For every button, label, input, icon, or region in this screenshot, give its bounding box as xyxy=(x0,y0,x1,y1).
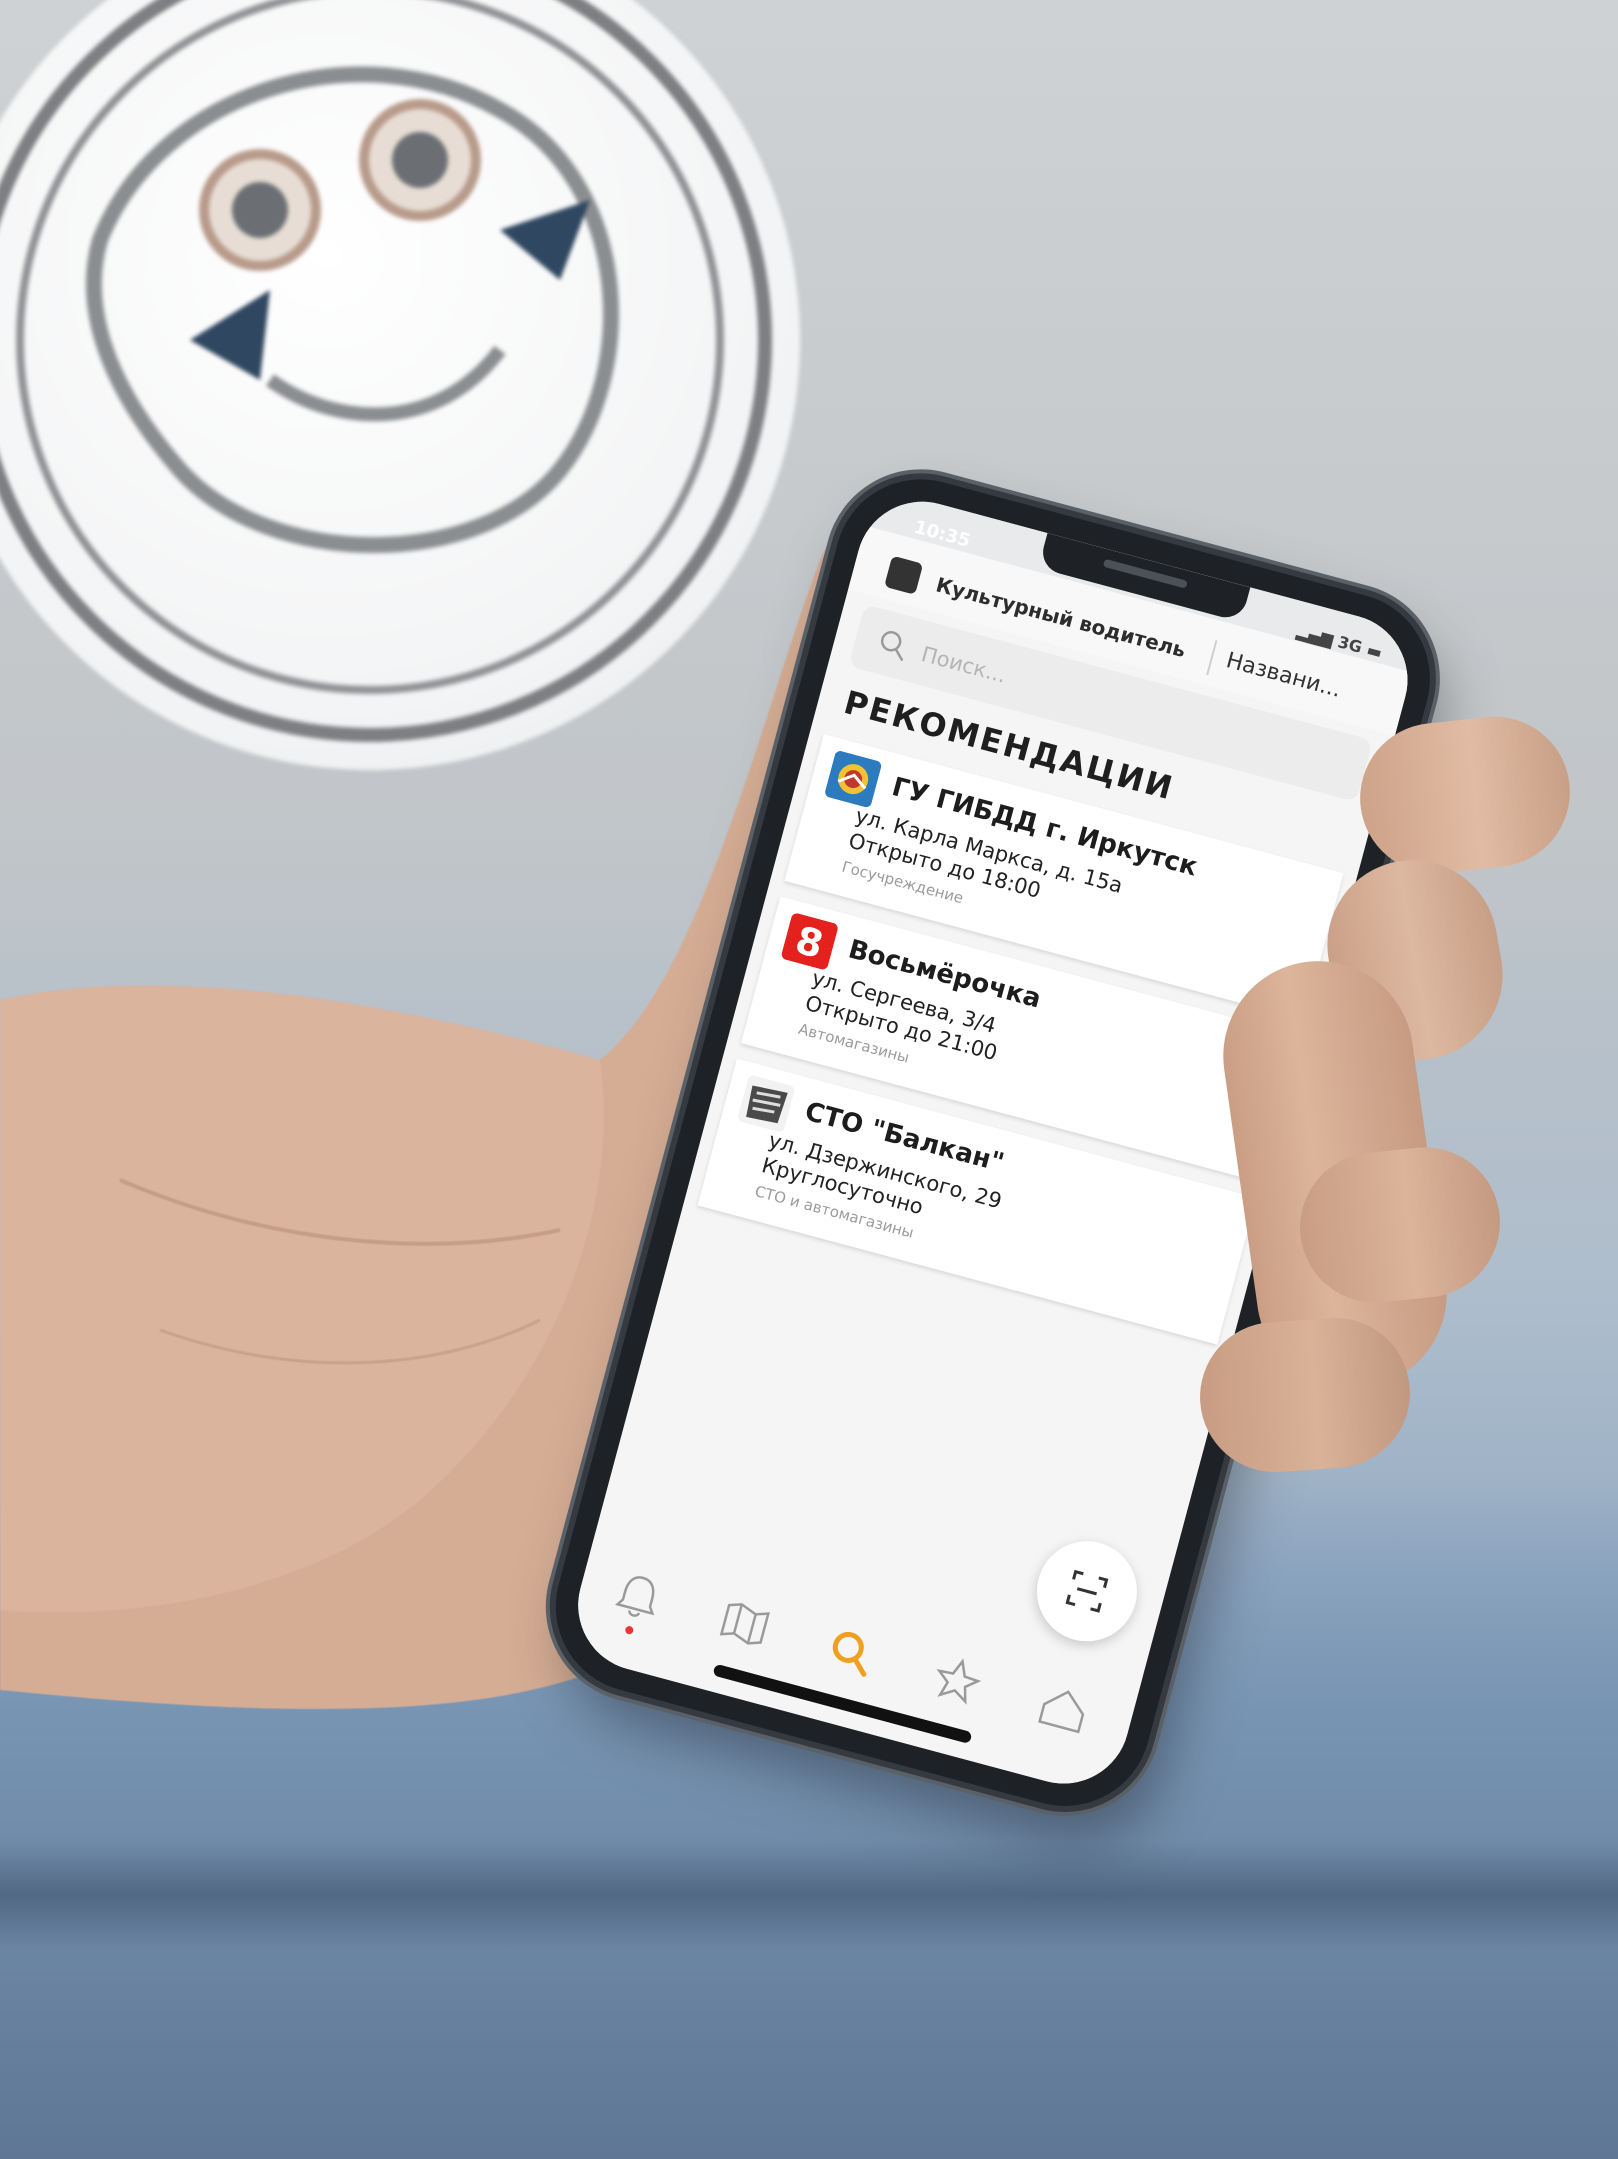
number-eight-icon: 8 xyxy=(780,912,839,971)
star-icon xyxy=(936,1658,982,1705)
header-title-button[interactable]: Названи... xyxy=(1223,648,1343,703)
map-icon xyxy=(719,1603,770,1645)
brand-logo-icon xyxy=(884,555,924,595)
scan-icon xyxy=(1065,1569,1109,1613)
search-icon xyxy=(832,1631,867,1677)
police-emblem-icon xyxy=(823,749,883,809)
sto-balkan-logo-icon xyxy=(736,1074,796,1134)
nav-favorites[interactable] xyxy=(921,1644,994,1717)
search-icon xyxy=(880,630,904,661)
nav-home[interactable] xyxy=(1027,1673,1100,1746)
bell-icon xyxy=(615,1576,655,1617)
header-divider xyxy=(1206,640,1218,676)
nav-map[interactable] xyxy=(708,1587,781,1660)
battery-icon: ▬ xyxy=(1364,640,1385,663)
nav-notifications[interactable] xyxy=(602,1559,675,1636)
notification-dot xyxy=(624,1625,635,1636)
scan-button[interactable] xyxy=(1025,1530,1149,1653)
home-icon xyxy=(1038,1690,1085,1734)
nav-search[interactable] xyxy=(814,1616,887,1689)
